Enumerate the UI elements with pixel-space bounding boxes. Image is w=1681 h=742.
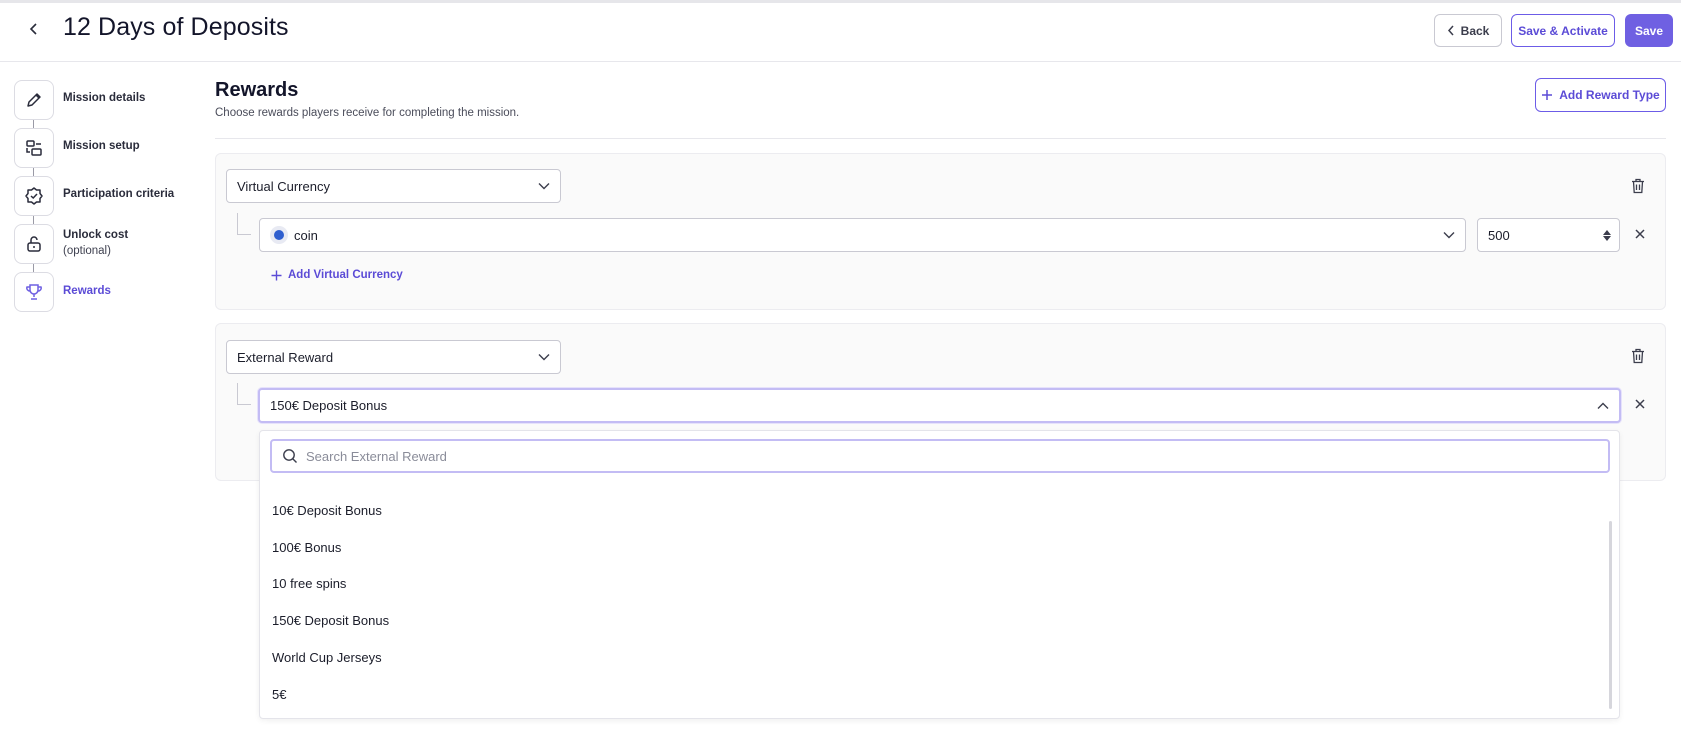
add-virtual-currency-link[interactable]: Add Virtual Currency <box>271 269 403 281</box>
step-unlock-cost[interactable] <box>14 224 54 264</box>
chevron-down-icon <box>538 353 550 361</box>
currency-value: coin <box>294 227 318 243</box>
trophy-icon <box>26 284 42 300</box>
badge-check-icon <box>25 187 43 205</box>
section-title: Rewards <box>215 79 299 101</box>
step-mission-details[interactable] <box>14 80 54 120</box>
back-button-label: Back <box>1460 23 1490 38</box>
dropdown-option[interactable]: 100€ Bonus <box>272 540 341 555</box>
dropdown-option[interactable]: 10€ Deposit Bonus <box>272 503 382 518</box>
chevron-up-icon <box>1597 402 1609 410</box>
external-reward-dropdown: 10€ Deposit Bonus 100€ Bonus 10 free spi… <box>259 430 1620 719</box>
plus-icon <box>1542 90 1553 100</box>
save-button[interactable]: Save <box>1625 14 1673 47</box>
pencil-icon <box>27 93 41 107</box>
add-virtual-currency-label: Add Virtual Currency <box>288 269 403 281</box>
dropdown-option[interactable]: World Cup Jerseys <box>272 650 382 665</box>
step-mission-setup[interactable] <box>14 128 54 168</box>
reward-type-select-external-reward[interactable]: External Reward <box>226 340 561 374</box>
plus-icon <box>271 270 282 280</box>
add-reward-type-label: Add Reward Type <box>1559 88 1660 102</box>
coin-icon <box>270 226 288 244</box>
save-activate-button[interactable]: Save & Activate <box>1511 14 1615 47</box>
remove-currency-close-icon[interactable] <box>1632 226 1648 242</box>
dropdown-scrollbar[interactable] <box>1609 521 1612 709</box>
delete-virtual-currency-icon[interactable] <box>1629 177 1647 195</box>
tree-connector <box>237 383 251 405</box>
reward-type-value: Virtual Currency <box>237 178 330 194</box>
dropdown-option[interactable]: 150€ Deposit Bonus <box>272 613 389 628</box>
step-label-participation-criteria[interactable]: Participation criteria <box>63 188 174 200</box>
step-label-rewards[interactable]: Rewards <box>63 285 111 297</box>
back-button[interactable]: Back <box>1434 14 1502 47</box>
page-title: 12 Days of Deposits <box>63 13 289 41</box>
remove-external-reward-close-icon[interactable] <box>1632 396 1648 412</box>
amount-value: 500 <box>1488 227 1510 243</box>
step-sub-unlock-cost: (optional) <box>63 245 111 257</box>
add-reward-type-button[interactable]: Add Reward Type <box>1535 78 1666 112</box>
search-external-reward-field[interactable] <box>270 439 1610 473</box>
step-rewards[interactable] <box>14 272 54 312</box>
chevron-down-icon <box>1443 231 1455 239</box>
amount-input[interactable]: 500 <box>1477 218 1620 252</box>
section-subtitle: Choose rewards players receive for compl… <box>215 107 520 119</box>
step-label-unlock-cost[interactable]: Unlock cost <box>63 229 128 241</box>
dropdown-option[interactable]: 5€ <box>272 687 286 702</box>
search-icon <box>283 449 297 463</box>
setup-icon <box>26 140 42 156</box>
stepper-arrows-icon[interactable] <box>1603 229 1611 241</box>
delete-external-reward-icon[interactable] <box>1629 347 1647 365</box>
reward-type-value: External Reward <box>237 349 334 365</box>
chevron-down-icon <box>538 182 550 190</box>
section-divider <box>215 138 1666 139</box>
tree-connector <box>237 213 251 235</box>
currency-select[interactable]: coin <box>259 218 1466 252</box>
external-reward-select[interactable]: 150€ Deposit Bonus <box>258 388 1621 423</box>
chevron-left-icon <box>1447 25 1454 36</box>
dropdown-option[interactable]: 10 free spins <box>272 576 346 591</box>
lock-open-icon <box>27 236 41 252</box>
step-label-mission-details[interactable]: Mission details <box>63 92 145 104</box>
search-external-reward-input[interactable] <box>306 448 1586 464</box>
reward-type-select-virtual-currency[interactable]: Virtual Currency <box>226 169 561 203</box>
step-label-mission-setup[interactable]: Mission setup <box>63 140 140 152</box>
back-chevron-icon[interactable] <box>24 18 44 40</box>
external-reward-value: 150€ Deposit Bonus <box>270 398 388 413</box>
step-participation-criteria[interactable] <box>14 176 54 216</box>
